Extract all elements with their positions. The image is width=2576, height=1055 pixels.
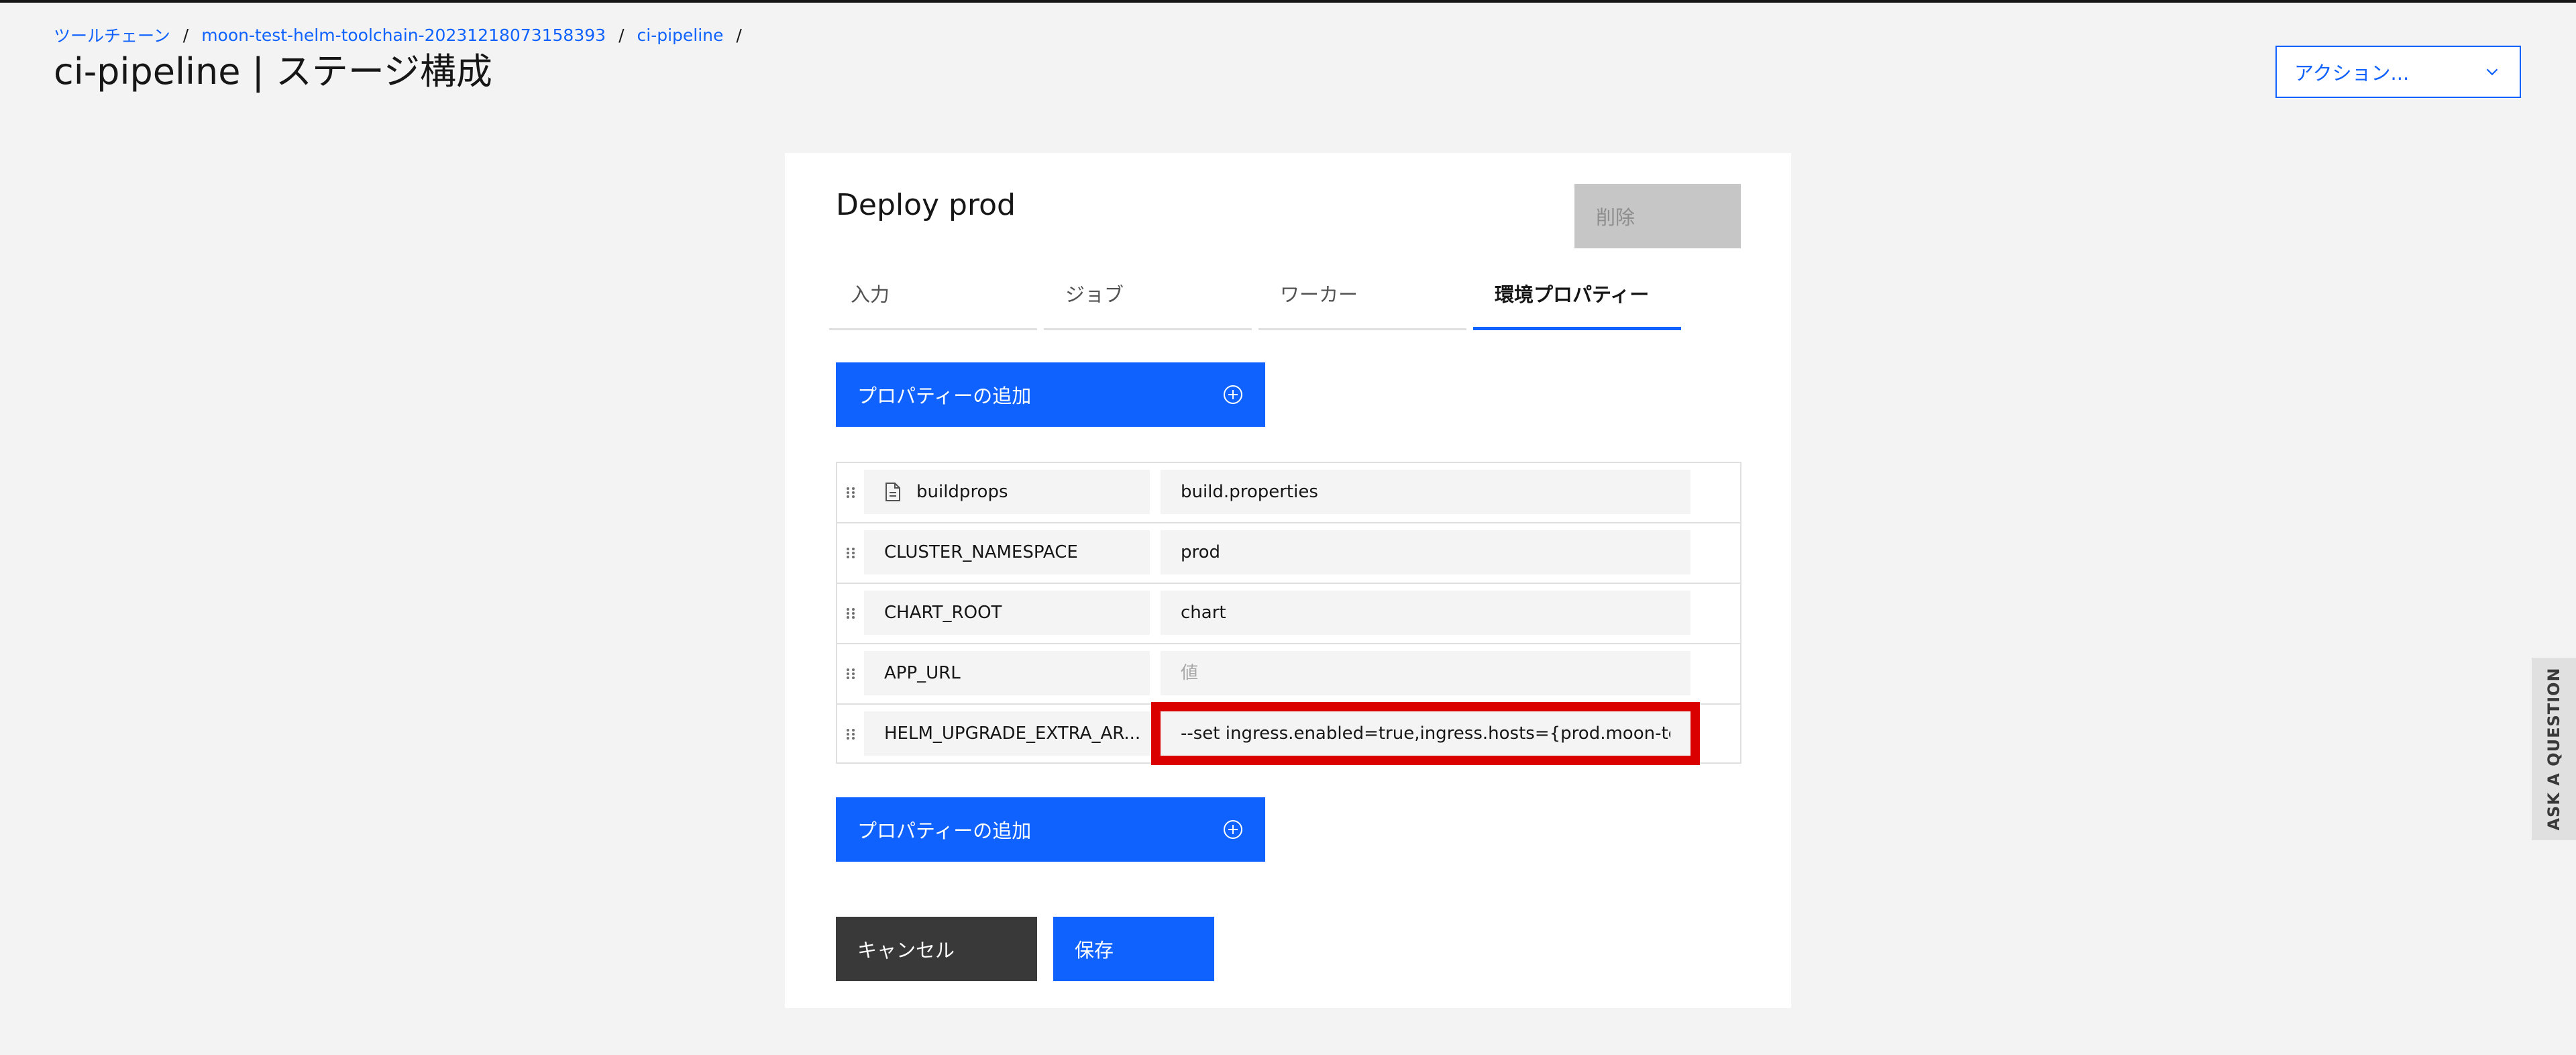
breadcrumb-separator: / (736, 25, 742, 45)
property-name-field[interactable]: APP_URL (864, 651, 1150, 695)
property-value-input[interactable] (1161, 591, 1690, 635)
drag-handle-icon[interactable] (844, 482, 857, 503)
tab-worker[interactable]: ワーカー (1258, 267, 1466, 330)
property-name: buildprops (916, 482, 1008, 502)
ask-a-question-label: ASK A QUESTION (2544, 667, 2563, 831)
tab-input[interactable]: 入力 (829, 267, 1037, 330)
property-row: APP_URL (837, 644, 1740, 705)
property-name-field[interactable]: CHART_ROOT (864, 591, 1150, 635)
tab-jobs[interactable]: ジョブ (1044, 267, 1252, 330)
property-row: buildprops (837, 463, 1740, 523)
drag-handle-icon[interactable] (844, 663, 857, 685)
drag-handle-icon[interactable] (844, 542, 857, 564)
stage-title: Deploy prod (836, 188, 1016, 222)
breadcrumb: ツールチェーン / moon-test-helm-toolchain-20231… (54, 24, 755, 46)
property-value-input[interactable] (1161, 470, 1690, 514)
add-circle-icon (1224, 385, 1242, 404)
actions-dropdown[interactable]: アクション... (2275, 46, 2521, 98)
cancel-button[interactable]: キャンセル (836, 917, 1037, 981)
property-value-input[interactable] (1161, 651, 1690, 695)
property-row: CLUSTER_NAMESPACE (837, 523, 1740, 584)
stage-tabs: 入力 ジョブ ワーカー 環境プロパティー (829, 267, 1741, 330)
breadcrumb-separator: / (182, 25, 189, 45)
save-button[interactable]: 保存 (1053, 917, 1214, 981)
actions-dropdown-label: アクション... (2294, 62, 2410, 85)
property-name: CLUSTER_NAMESPACE (884, 542, 1078, 562)
breadcrumb-toolchains-link[interactable]: ツールチェーン (54, 23, 170, 47)
tab-environment-properties[interactable]: 環境プロパティー (1473, 267, 1681, 330)
property-value-input-highlighted[interactable] (1151, 702, 1700, 765)
top-border (0, 0, 2576, 3)
drag-handle-icon[interactable] (844, 723, 857, 745)
file-icon (885, 483, 900, 501)
property-name: CHART_ROOT (884, 603, 1002, 623)
breadcrumb-toolchain-link[interactable]: moon-test-helm-toolchain-202312180731583… (201, 26, 606, 45)
page-title: ci-pipeline | ステージ構成 (54, 50, 492, 93)
add-circle-icon (1224, 820, 1242, 839)
breadcrumb-separator: / (619, 25, 625, 45)
add-property-label: プロパティーの追加 (857, 385, 1032, 407)
property-name-field[interactable]: buildprops (864, 470, 1150, 514)
breadcrumb-pipeline-link[interactable]: ci-pipeline (637, 26, 724, 45)
property-row: CHART_ROOT (837, 584, 1740, 644)
add-property-button-top[interactable]: プロパティーの追加 (836, 362, 1265, 427)
property-name: HELM_UPGRADE_EXTRA_AR... (884, 723, 1141, 744)
stage-config-card: Deploy prod 削除 入力 ジョブ ワーカー 環境プロパティー プロパテ… (785, 153, 1791, 1008)
drag-handle-icon[interactable] (844, 603, 857, 624)
property-value-input[interactable] (1161, 530, 1690, 574)
property-name-field[interactable]: HELM_UPGRADE_EXTRA_AR... (864, 711, 1150, 756)
property-name-field[interactable]: CLUSTER_NAMESPACE (864, 530, 1150, 574)
delete-button[interactable]: 削除 (1574, 184, 1741, 248)
chevron-down-icon (2486, 68, 2498, 76)
add-property-button-bottom[interactable]: プロパティーの追加 (836, 797, 1265, 862)
property-row: HELM_UPGRADE_EXTRA_AR... (837, 702, 1740, 765)
properties-table: buildprops CLUSTER_NAMESPACE CHART_ROOT … (836, 462, 1741, 765)
property-name: APP_URL (884, 663, 961, 683)
ask-a-question-tab[interactable]: ASK A QUESTION (2532, 658, 2576, 840)
add-property-label: プロパティーの追加 (857, 819, 1032, 842)
